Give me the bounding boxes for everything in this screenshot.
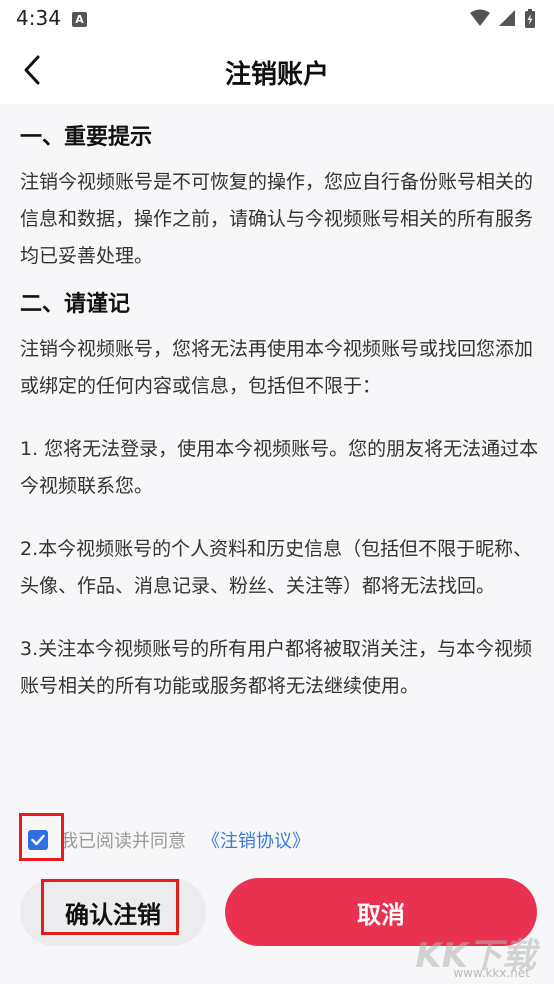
section-title: 一、重要提示 [20,125,153,150]
paragraph: 注销今视频账号，您将无法再使用本今视频账号或找回您添加或绑定的任何内容或信息，包… [20,338,534,397]
list-item: 2.本今视频账号的个人资料和历史信息（包括但不限于昵称、头像、作品、消息记录、粉… [20,538,533,597]
checkbox-highlight-frame [19,813,64,861]
agreement-row: 我已阅读并同意 《注销协议》 [28,820,310,860]
section-remember: 二、请谨记 注销今视频账号，您将无法再使用本今视频账号或找回您添加或绑定的任何内… [20,289,540,705]
section-title: 二、请谨记 [20,292,131,317]
agree-text: 我已阅读并同意 [60,831,186,852]
paragraph: 注销今视频账号是不可恢复的操作，您应自行备份账号相关的信息和数据，操作之前，请确… [20,171,534,267]
page-title: 注销账户 [224,60,329,90]
list-item: 3.关注本今视频账号的所有用户都将被取消关注，与本今视频账号相关的所有功能或服务… [20,638,533,697]
agreement-link[interactable]: 《注销协议》 [202,827,310,853]
notice-content: 一、重要提示 注销今视频账号是不可恢复的操作，您应自行备份账号相关的信息和数据，… [20,104,540,705]
battery-icon [525,9,535,28]
list-item: 1. 您将无法登录，使用本今视频账号。您的朋友将无法通过本今视频联系您。 [20,438,539,497]
signal-icon [499,10,515,26]
wifi-icon [470,9,490,26]
confirm-highlight-frame [41,879,179,935]
status-time: 4:34 [16,6,61,30]
status-icons [470,9,536,29]
cancel-button-label: 取消 [357,900,405,929]
notification-icon: A [72,12,87,27]
status-bar: 4:34 A [0,0,554,36]
section-important: 一、重要提示 注销今视频账号是不可恢复的操作，您应自行备份账号相关的信息和数据，… [20,122,540,275]
header: 注销账户 [0,36,554,104]
watermark-url: www.kkx.net [453,966,530,980]
